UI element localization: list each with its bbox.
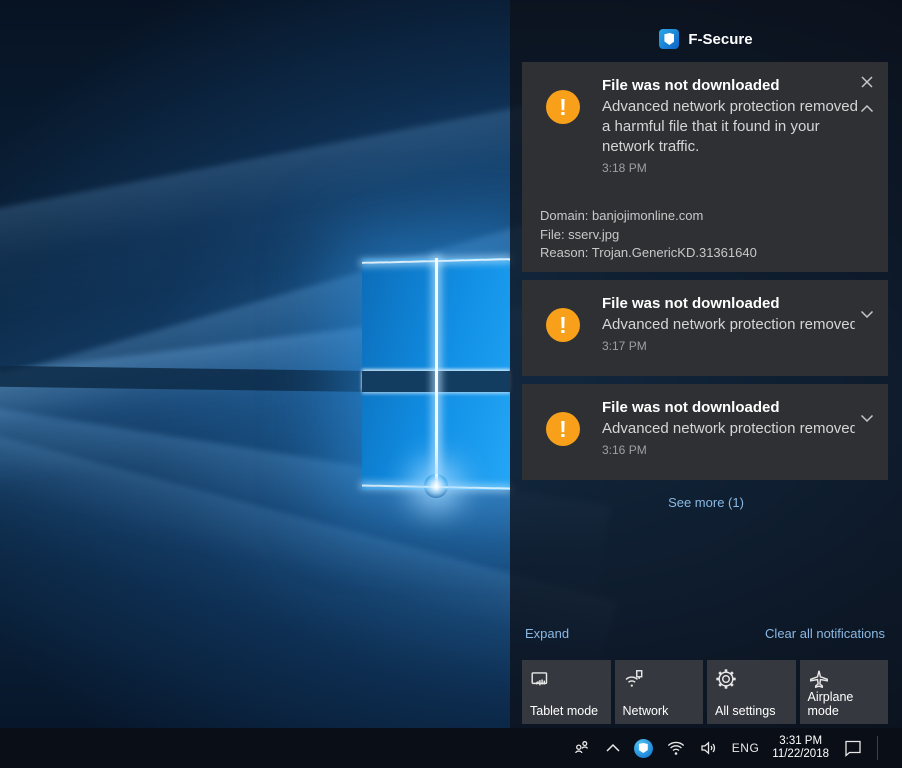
airplane-mode-tile[interactable]: Airplane mode: [800, 660, 889, 724]
network-tile[interactable]: Network: [615, 660, 704, 724]
tablet-mode-icon: [530, 668, 552, 690]
f-secure-tray-icon[interactable]: [634, 739, 653, 758]
clock-date: 11/22/2018: [772, 748, 829, 762]
notification-time: 3:18 PM: [602, 161, 860, 175]
taskbar-divider: [877, 736, 878, 760]
tablet-mode-tile[interactable]: Tablet mode: [522, 660, 611, 724]
notification-card[interactable]: ! File was not downloaded Advanced netwo…: [522, 280, 888, 376]
notification-details: Domain: banjojimonline.com File: sserv.j…: [540, 207, 757, 263]
action-center-icon[interactable]: [842, 737, 864, 759]
taskbar: ENG 3:31 PM 11/22/2018: [0, 728, 902, 768]
detail-domain: Domain: banjojimonline.com: [540, 207, 757, 226]
quick-actions-row: Tablet mode Network: [522, 660, 888, 724]
volume-icon[interactable]: [699, 738, 719, 758]
notification-body: Advanced network protection removed a ha…: [602, 419, 855, 439]
detail-file: File: sserv.jpg: [540, 226, 757, 245]
see-more-link[interactable]: See more (1): [510, 494, 902, 510]
wifi-icon[interactable]: [666, 738, 686, 758]
notification-card[interactable]: ! File was not downloaded Advanced netwo…: [522, 62, 888, 272]
notification-time: 3:17 PM: [602, 339, 860, 353]
collapse-chevron-up-icon[interactable]: [859, 100, 875, 116]
settings-gear-icon: [715, 668, 737, 690]
windows-logo-glow: [362, 258, 510, 490]
language-indicator[interactable]: ENG: [732, 741, 760, 755]
notification-title: File was not downloaded: [602, 398, 860, 418]
app-name: F-Secure: [688, 31, 752, 48]
warning-icon: !: [546, 308, 580, 342]
warning-icon: !: [546, 90, 580, 124]
notification-body: Advanced network protection removed a ha…: [602, 97, 860, 157]
clock[interactable]: 3:31 PM 11/22/2018: [772, 735, 829, 762]
clear-all-notifications-link[interactable]: Clear all notifications: [765, 626, 885, 641]
airplane-icon: [808, 668, 830, 690]
show-desktop-button[interactable]: [891, 728, 896, 768]
notification-title: File was not downloaded: [602, 76, 860, 96]
clock-time: 3:31 PM: [772, 735, 829, 749]
notification-time: 3:16 PM: [602, 443, 860, 457]
notification-group-header: F-Secure: [510, 27, 902, 51]
notification-card[interactable]: ! File was not downloaded Advanced netwo…: [522, 384, 888, 480]
tile-label: All settings: [715, 704, 775, 718]
expand-chevron-down-icon[interactable]: [859, 306, 875, 322]
detail-reason: Reason: Trojan.GenericKD.31361640: [540, 244, 757, 263]
notification-body: Advanced network protection removed a ha…: [602, 315, 855, 335]
expand-chevron-down-icon[interactable]: [859, 410, 875, 426]
tile-label: Tablet mode: [530, 704, 598, 718]
tile-label: Airplane mode: [808, 690, 889, 718]
f-secure-logo-icon: [659, 29, 679, 49]
expand-link[interactable]: Expand: [525, 626, 569, 641]
people-icon[interactable]: [572, 738, 592, 758]
action-center-panel: F-Secure ! File was not downloaded Advan…: [510, 0, 902, 728]
close-icon[interactable]: [859, 74, 875, 90]
notification-title: File was not downloaded: [602, 294, 860, 314]
warning-icon: !: [546, 412, 580, 446]
all-settings-tile[interactable]: All settings: [707, 660, 796, 724]
show-hidden-icons-chevron[interactable]: [605, 743, 621, 753]
network-wifi-icon: [623, 668, 645, 690]
tile-label: Network: [623, 704, 669, 718]
